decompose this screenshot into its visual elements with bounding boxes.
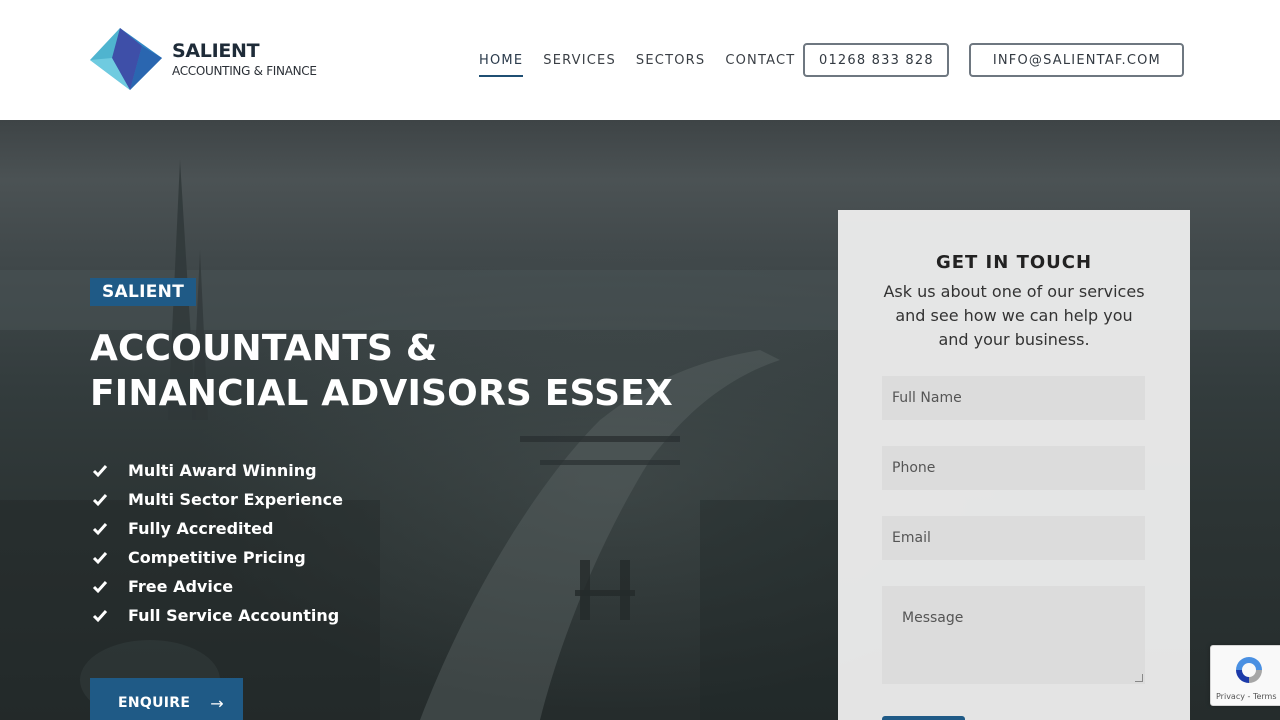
arrow-right-icon: → [210,693,224,713]
email-placeholder: Email [892,530,931,546]
submit-button[interactable] [882,716,965,720]
hero-title-line2: FINANCIAL ADVISORS ESSEX [90,373,673,414]
feature-label: Full Service Accounting [128,606,340,625]
message-textarea[interactable]: Message [882,586,1145,684]
logo-name: SALIENT [172,40,260,62]
enquire-button[interactable]: ENQUIRE → [90,678,243,720]
phone-input[interactable]: Phone [882,446,1145,490]
site-logo[interactable]: SALIENT ACCOUNTING & FINANCE [90,28,317,90]
main-nav: HOME SERVICES SECTORS CONTACT 01268 833 … [479,0,1185,120]
contact-form-title: GET IN TOUCH [935,252,1093,273]
feature-item: Free Advice [90,572,343,601]
hero-title-line1: ACCOUNTANTS & [90,328,438,369]
phone-button[interactable]: 01268 833 828 [803,43,950,77]
feature-label: Competitive Pricing [128,548,306,567]
hero-badge: SALIENT [90,278,197,306]
email-input[interactable]: Email [882,516,1145,560]
feature-item: Competitive Pricing [90,543,343,572]
recaptcha-icon [1236,657,1262,683]
contact-form-description: Ask us about one of our services and see… [883,282,1145,349]
feature-label: Multi Sector Experience [128,490,343,509]
hero-section: SALIENT ACCOUNTANTS & FINANCIAL ADVISORS… [0,120,1280,720]
enquire-label: ENQUIRE [118,695,191,711]
recaptcha-badge[interactable]: Privacy - Terms [1210,645,1280,706]
check-icon [92,580,108,593]
nav-contact[interactable]: CONTACT [725,53,795,68]
resize-handle-icon[interactable] [1135,674,1143,682]
site-header: SALIENT ACCOUNTING & FINANCE HOME SERVIC… [0,0,1280,120]
feature-label: Fully Accredited [128,519,274,538]
full-name-placeholder: Full Name [892,390,962,406]
check-icon [92,609,108,622]
check-icon [92,522,108,535]
message-placeholder: Message [902,610,964,626]
logo-tagline: ACCOUNTING & FINANCE [172,64,317,78]
check-icon [92,464,108,477]
feature-list: Multi Award Winning Multi Sector Experie… [90,456,343,630]
check-icon [92,493,108,506]
check-icon [92,551,108,564]
feature-item: Fully Accredited [90,514,343,543]
recaptcha-links[interactable]: Privacy - Terms [1216,692,1277,701]
phone-placeholder: Phone [892,460,936,476]
nav-services[interactable]: SERVICES [543,53,616,68]
nav-sectors[interactable]: SECTORS [636,53,705,68]
hero-title: ACCOUNTANTS & FINANCIAL ADVISORS ESSEX [90,326,673,416]
feature-item: Multi Sector Experience [90,485,343,514]
feature-item: Multi Award Winning [90,456,343,485]
nav-home[interactable]: HOME [479,53,524,77]
full-name-input[interactable]: Full Name [882,376,1145,420]
feature-label: Free Advice [128,577,234,596]
salient-logo-icon [90,28,162,90]
email-button[interactable]: INFO@SALIENTAF.COM [969,43,1185,77]
feature-label: Multi Award Winning [128,461,317,480]
feature-item: Full Service Accounting [90,601,343,630]
contact-form-card: GET IN TOUCH Ask us about one of our ser… [838,210,1190,720]
